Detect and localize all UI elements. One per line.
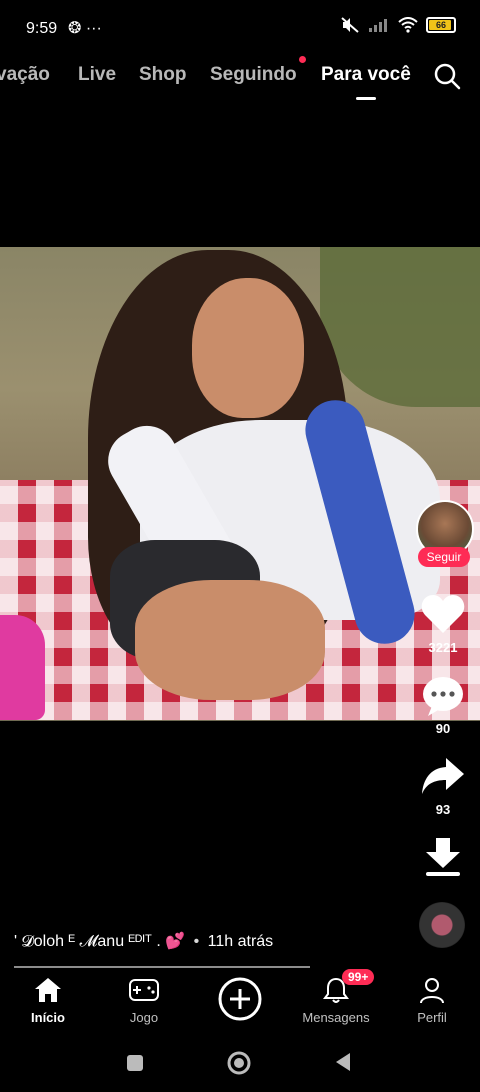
seguindo-notification-dot [299,56,306,63]
video-player[interactable] [0,247,480,721]
plus-icon [218,977,262,1021]
bottom-nav: Início Jogo Mensagens Perfil [0,968,480,1032]
comment-count: 90 [435,721,451,736]
person-leg [135,580,325,700]
status-time: 9:59 [26,20,58,37]
nav-home[interactable]: Início [0,976,96,1025]
like-count: 3221 [428,640,458,655]
triangle-nav-icon[interactable] [334,1052,352,1072]
nav-games[interactable]: Jogo [96,976,192,1025]
caption-separator: • [193,933,200,950]
mute-icon [341,17,359,33]
video-caption: ' 𝓓oloh ᴱ 𝓜anu ᴱᴰᴵᵀ . 💕 • 11h atrás [14,931,273,951]
nav-create[interactable] [192,976,288,1025]
nav-games-label: Jogo [129,1010,159,1025]
search-icon[interactable] [433,62,461,90]
wifi-icon [398,17,418,33]
android-nav-bar [0,1034,480,1092]
share-count: 93 [435,802,451,817]
active-tab-indicator [356,97,376,100]
status-right: 66 [340,16,456,34]
tab-live[interactable]: Live [78,64,116,86]
nav-profile-label: Perfil [417,1010,447,1025]
person-icon [420,978,444,1004]
post-time: 11h atrás [207,933,274,950]
nav-messages-label: Mensagens [302,1010,370,1025]
battery-level: 66 [435,20,446,30]
tab-seguindo[interactable]: Seguindo [210,64,297,86]
circle-nav-icon[interactable] [227,1051,251,1075]
tab-exploracao[interactable]: vação [0,64,50,86]
gamepad-icon [129,979,159,1001]
battery-icon: 66 [426,17,456,33]
grass-background [320,247,480,407]
pink-bag [0,615,45,720]
home-icon [35,978,61,1002]
share-icon[interactable] [420,756,466,796]
heart-icon[interactable] [420,593,466,635]
author-name[interactable]: ' 𝓓oloh ᴱ 𝓜anu ᴱᴰᴵᵀ . 💕 [14,933,185,950]
download-icon[interactable] [420,836,466,878]
square-nav-icon[interactable] [126,1054,144,1072]
top-nav: vação Live Shop Seguindo Para você [0,60,480,100]
person-face [192,278,304,418]
tab-para-voce[interactable]: Para você [321,64,411,86]
nav-home-label: Início [31,1010,65,1025]
comment-icon[interactable] [420,674,466,718]
status-bar: 9:59 ❂ ··· 66 [0,0,480,56]
signal-icon [369,19,387,32]
messages-badge: 99+ [342,969,375,985]
status-notification-icons: ❂ ··· [68,20,102,37]
tab-shop[interactable]: Shop [139,64,187,86]
nav-profile[interactable]: Perfil [384,976,480,1025]
follow-button[interactable]: Seguir [418,547,470,567]
music-disc-icon[interactable] [419,902,465,948]
